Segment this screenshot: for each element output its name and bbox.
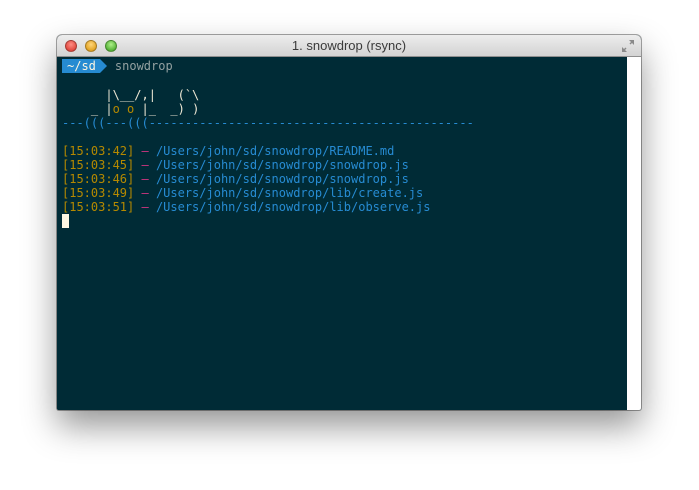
ascii-art-line-1: |\__/,| (`\ bbox=[62, 88, 200, 102]
log-path: /Users/john/sd/snowdrop/lib/create.js bbox=[155, 186, 424, 200]
prompt-directory-badge: ~/sd bbox=[62, 59, 100, 73]
terminal-window: 1. snowdrop (rsync) ~/sd snowdrop |\__/,… bbox=[57, 35, 641, 410]
window-title: 1. snowdrop (rsync) bbox=[291, 38, 407, 53]
fullscreen-arrows-icon[interactable] bbox=[621, 39, 635, 53]
terminal-output[interactable]: ~/sd snowdrop |\__/,| (`\ _ |o o |_ _) )… bbox=[57, 57, 627, 410]
log-path: /Users/john/sd/snowdrop/lib/observe.js bbox=[155, 200, 431, 214]
ascii-art-eyes: o o bbox=[112, 102, 135, 116]
log-row: [15:03:42] – /Users/john/sd/snowdrop/REA… bbox=[62, 144, 430, 158]
ascii-art-line-2b: |_ _) ) bbox=[134, 102, 200, 116]
prompt-arrow-icon bbox=[99, 59, 107, 73]
terminal-cursor bbox=[62, 214, 69, 228]
log-row: [15:03:49] – /Users/john/sd/snowdrop/lib… bbox=[62, 186, 430, 200]
log-path: /Users/john/sd/snowdrop/snowdrop.js bbox=[155, 158, 409, 172]
log-row: [15:03:46] – /Users/john/sd/snowdrop/sno… bbox=[62, 172, 430, 186]
log-path: /Users/john/sd/snowdrop/snowdrop.js bbox=[155, 172, 409, 186]
scrollbar-track[interactable] bbox=[627, 57, 641, 410]
log-timestamp: [15:03:51] bbox=[62, 200, 135, 214]
ascii-art-ground: ---(((---(((----------------------------… bbox=[62, 116, 474, 130]
ascii-art-line-2a: _ | bbox=[62, 102, 113, 116]
prompt-command: snowdrop bbox=[114, 59, 173, 73]
log-timestamp: [15:03:49] bbox=[62, 186, 135, 200]
sync-log: [15:03:42] – /Users/john/sd/snowdrop/REA… bbox=[62, 144, 430, 214]
shell-prompt: ~/sd snowdrop bbox=[62, 59, 173, 73]
log-row: [15:03:45] – /Users/john/sd/snowdrop/sno… bbox=[62, 158, 430, 172]
title-bar[interactable]: 1. snowdrop (rsync) bbox=[57, 35, 641, 57]
log-separator: – bbox=[134, 200, 156, 214]
ascii-cat-art: |\__/,| (`\ _ |o o |_ _) ) bbox=[62, 88, 199, 116]
log-path: /Users/john/sd/snowdrop/README.md bbox=[155, 144, 395, 158]
log-separator: – bbox=[134, 186, 156, 200]
log-timestamp: [15:03:42] bbox=[62, 144, 135, 158]
log-separator: – bbox=[134, 144, 156, 158]
log-separator: – bbox=[134, 172, 156, 186]
log-separator: – bbox=[134, 158, 156, 172]
log-row: [15:03:51] – /Users/john/sd/snowdrop/lib… bbox=[62, 200, 430, 214]
log-timestamp: [15:03:45] bbox=[62, 158, 135, 172]
log-timestamp: [15:03:46] bbox=[62, 172, 135, 186]
